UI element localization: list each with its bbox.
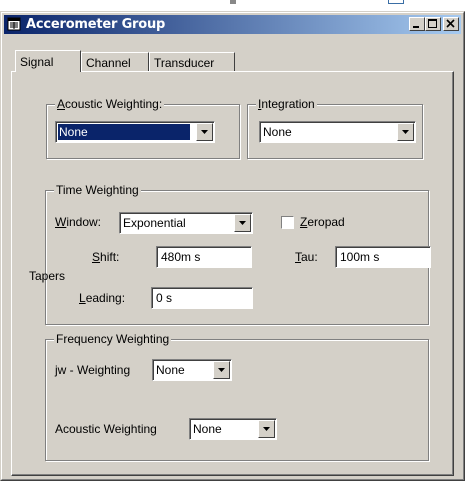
acoustic-weighting-group: Acoustic Weighting: None: [46, 97, 240, 159]
chevron-down-icon: [239, 221, 246, 225]
integration-label: Integration: [256, 97, 317, 111]
tab-signal[interactable]: Signal: [15, 50, 81, 72]
integration-value: None: [263, 125, 292, 139]
dropdown-button[interactable]: [258, 420, 275, 438]
signal-tab-panel: Acoustic Weighting: None Integration Non…: [11, 71, 454, 476]
zeropad-checkbox[interactable]: [281, 216, 294, 229]
zeropad-label[interactable]: Zeropad: [300, 215, 345, 229]
window-value: Exponential: [123, 216, 186, 230]
chevron-down-icon: [263, 427, 270, 431]
minimize-icon: [413, 26, 419, 28]
dropdown-button[interactable]: [213, 361, 230, 379]
shift-label: Shift:: [92, 250, 120, 264]
chevron-down-icon: [218, 368, 225, 372]
tapers-label: Tapers: [29, 269, 66, 283]
background-window-edge: [230, 0, 236, 4]
tab-transducer[interactable]: Transducer: [149, 52, 235, 71]
chevron-down-icon: [201, 130, 208, 134]
window-select[interactable]: Exponential: [119, 212, 253, 234]
leading-value: 0 s: [156, 291, 173, 305]
leading-input[interactable]: 0 s: [151, 287, 253, 309]
acoustic-weighting-freq-label: Acoustic Weighting: [55, 422, 157, 436]
frequency-weighting-label: Frequency Weighting: [54, 332, 172, 346]
time-weighting-label: Time Weighting: [54, 183, 141, 197]
title-bar[interactable]: Accerometer Group: [4, 15, 461, 34]
background-window-edge: [388, 0, 404, 4]
jw-weighting-label: jw - Weighting: [55, 363, 131, 377]
tau-label: Tau:: [295, 250, 318, 264]
dropdown-button[interactable]: [196, 123, 213, 141]
integration-group: Integration None: [247, 97, 423, 159]
shift-input[interactable]: 480m s: [156, 246, 252, 268]
tab-channel[interactable]: Channel: [81, 52, 149, 71]
window-label: Window:: [55, 215, 102, 229]
acoustic-weighting-value: None: [57, 123, 191, 141]
close-icon: [446, 19, 455, 28]
acoustic-weighting-label: Acoustic Weighting:: [55, 97, 165, 111]
frequency-weighting-group: Frequency Weighting jw - Weighting None …: [45, 332, 429, 461]
jw-weighting-value: None: [156, 363, 185, 377]
acoustic-weighting-select[interactable]: None: [55, 121, 215, 143]
chevron-down-icon: [402, 130, 409, 134]
acoustic-weighting-freq-select[interactable]: None: [189, 418, 277, 440]
maximize-icon: [428, 19, 437, 28]
acoustic-weighting-freq-value: None: [193, 422, 222, 436]
minimize-button[interactable]: [409, 17, 425, 31]
dialog-window: Accerometer Group Signal Channel Transdu…: [0, 11, 465, 481]
window-title: Accerometer Group: [26, 17, 166, 32]
dropdown-button[interactable]: [397, 123, 414, 141]
app-icon[interactable]: [7, 17, 21, 31]
integration-select[interactable]: None: [259, 121, 416, 143]
leading-label: Leading:: [79, 291, 126, 305]
dropdown-button[interactable]: [234, 214, 251, 232]
close-button[interactable]: [443, 17, 459, 31]
maximize-button[interactable]: [425, 17, 441, 31]
tau-input[interactable]: 100m s: [335, 246, 431, 268]
time-weighting-group: Time Weighting Window: Exponential Zerop…: [29, 183, 431, 325]
jw-weighting-select[interactable]: None: [152, 359, 232, 381]
shift-value: 480m s: [161, 250, 201, 264]
tau-value: 100m s: [340, 250, 380, 264]
